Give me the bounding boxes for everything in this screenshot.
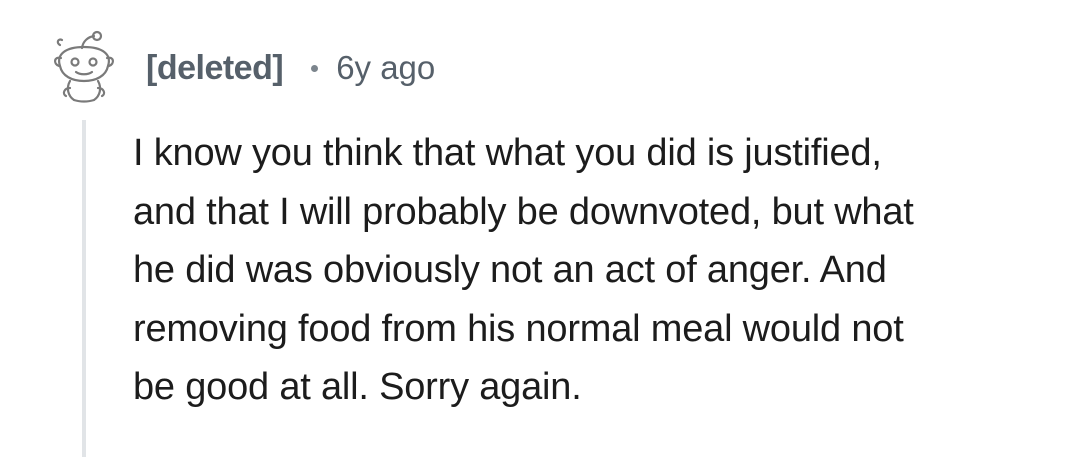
comment-body-line: be good at all. Sorry again. bbox=[133, 366, 582, 408]
comment-body: I know you think that what you did is ju… bbox=[133, 124, 1033, 417]
separator-dot-icon bbox=[311, 64, 319, 72]
comment-author[interactable]: [deleted] bbox=[146, 49, 284, 88]
comment-body-line: I know you think that what you did is ju… bbox=[133, 132, 882, 174]
comment-header: [deleted] 6y ago bbox=[146, 44, 435, 92]
snoo-avatar-icon[interactable] bbox=[50, 28, 120, 106]
comment-body-line: removing food from his normal meal would… bbox=[133, 307, 904, 350]
comment-body-line: and that I will probably be downvoted, b… bbox=[133, 190, 914, 233]
comment: [deleted] 6y ago I know you think that w… bbox=[0, 0, 1080, 457]
thread-line[interactable] bbox=[82, 120, 86, 457]
comment-body-line: he did was obviously not an act of anger… bbox=[133, 249, 887, 291]
comment-timestamp[interactable]: 6y ago bbox=[336, 49, 435, 87]
